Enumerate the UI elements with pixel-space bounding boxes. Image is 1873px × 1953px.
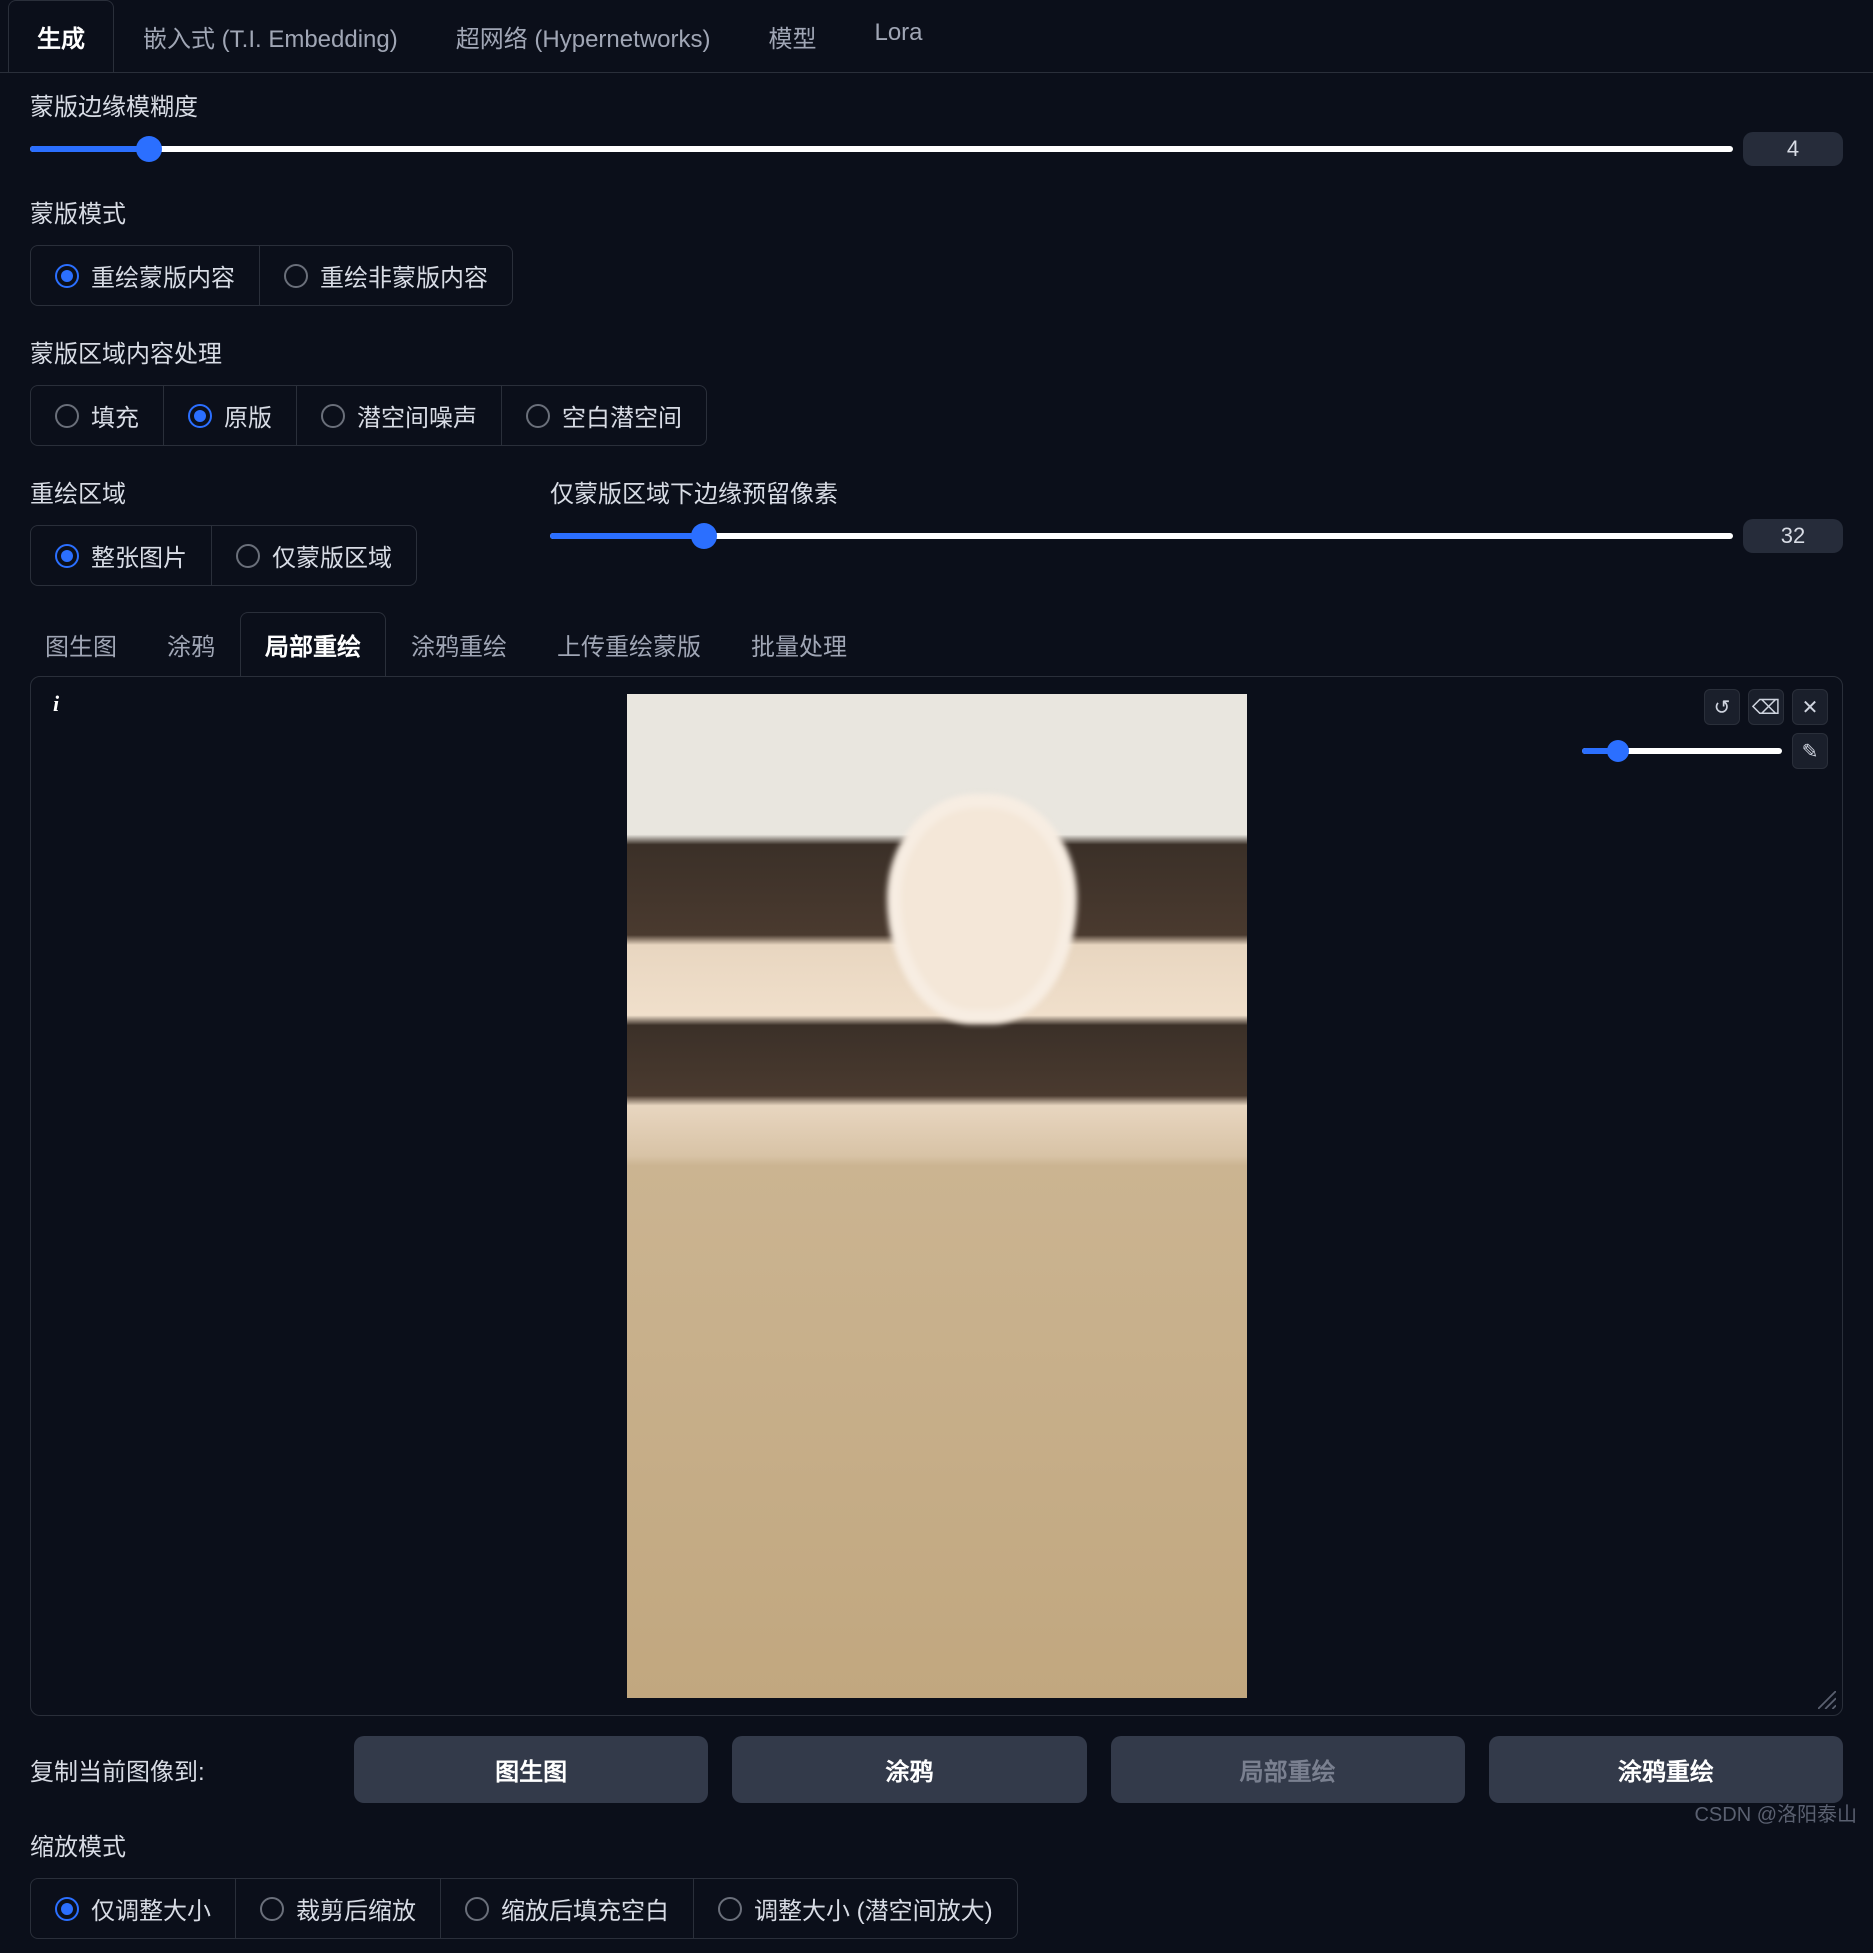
mask-content-original[interactable]: 原版 [164, 386, 297, 445]
inpaint-area-group: 整张图片 仅蒙版区域 [30, 525, 417, 586]
top-tabs: 生成 嵌入式 (T.I. Embedding) 超网络 (Hypernetwor… [0, 0, 1873, 73]
undo-button[interactable]: ↺ [1704, 689, 1740, 725]
watermark: CSDN @洛阳泰山 [1694, 1798, 1857, 1827]
resize-mode-latent[interactable]: 调整大小 (潜空间放大) [694, 1879, 1017, 1938]
mask-content-fill[interactable]: 填充 [31, 386, 164, 445]
radio-icon [55, 404, 79, 428]
tab-model[interactable]: 模型 [739, 0, 845, 72]
radio-icon [55, 1897, 79, 1921]
inpaint-area-label: 重绘区域 [30, 474, 510, 509]
tab-lora[interactable]: Lora [845, 0, 951, 72]
canvas-toolbar: ↺ ⌫ ✕ [1704, 689, 1828, 725]
copy-row: 复制当前图像到: 图生图 涂鸦 局部重绘 涂鸦重绘 [0, 1716, 1873, 1813]
close-button[interactable]: ✕ [1792, 689, 1828, 725]
inpaint-canvas[interactable]: i ↺ ⌫ ✕ ✎ [30, 676, 1843, 1716]
radio-label: 重绘非蒙版内容 [320, 258, 488, 293]
subtab-inpaint-sketch[interactable]: 涂鸦重绘 [386, 612, 532, 676]
copy-label: 复制当前图像到: [30, 1752, 330, 1787]
radio-icon [236, 544, 260, 568]
radio-label: 潜空间噪声 [357, 398, 477, 433]
inpaint-area-only[interactable]: 仅蒙版区域 [212, 526, 416, 585]
radio-icon [55, 264, 79, 288]
padding-slider[interactable] [550, 533, 1733, 539]
radio-label: 整张图片 [91, 538, 187, 573]
resize-mode-just[interactable]: 仅调整大小 [31, 1879, 236, 1938]
resize-handle-icon[interactable] [1818, 1691, 1836, 1709]
copy-to-img2img[interactable]: 图生图 [354, 1736, 708, 1803]
subtab-img2img[interactable]: 图生图 [20, 612, 142, 676]
mask-mode-group: 重绘蒙版内容 重绘非蒙版内容 [30, 245, 513, 306]
radio-label: 裁剪后缩放 [296, 1891, 416, 1926]
radio-label: 原版 [224, 398, 272, 433]
mask-mode-inpaint-not-masked[interactable]: 重绘非蒙版内容 [260, 246, 512, 305]
mask-content-latent-nothing[interactable]: 空白潜空间 [502, 386, 706, 445]
subtab-upload-mask[interactable]: 上传重绘蒙版 [532, 612, 726, 676]
radio-icon [526, 404, 550, 428]
radio-icon [284, 264, 308, 288]
radio-label: 空白潜空间 [562, 398, 682, 433]
radio-label: 缩放后填充空白 [501, 1891, 669, 1926]
radio-icon [55, 544, 79, 568]
copy-to-sketch[interactable]: 涂鸦 [732, 1736, 1086, 1803]
mask-blur-value[interactable]: 4 [1743, 132, 1843, 166]
mask-blur-slider[interactable] [30, 146, 1733, 152]
brush-button[interactable]: ✎ [1792, 733, 1828, 769]
erase-button[interactable]: ⌫ [1748, 689, 1784, 725]
copy-to-inpaint[interactable]: 局部重绘 [1111, 1736, 1465, 1803]
tab-hypernetworks[interactable]: 超网络 (Hypernetworks) [427, 0, 740, 72]
subtab-batch[interactable]: 批量处理 [726, 612, 872, 676]
radio-icon [321, 404, 345, 428]
radio-icon [260, 1897, 284, 1921]
resize-mode-label: 缩放模式 [30, 1827, 1843, 1862]
info-icon[interactable]: i [53, 691, 59, 717]
canvas-image[interactable] [627, 694, 1247, 1698]
resize-mode-group: 仅调整大小 裁剪后缩放 缩放后填充空白 调整大小 (潜空间放大) [30, 1878, 1018, 1939]
subtab-inpaint[interactable]: 局部重绘 [240, 612, 386, 676]
subtab-sketch[interactable]: 涂鸦 [142, 612, 240, 676]
padding-label: 仅蒙版区域下边缘预留像素 [550, 474, 1843, 509]
tab-generate[interactable]: 生成 [8, 0, 114, 72]
mask-content-latent-noise[interactable]: 潜空间噪声 [297, 386, 502, 445]
mask-mode-label: 蒙版模式 [30, 194, 1843, 229]
mask-overlay [887, 794, 1077, 1024]
radio-icon [718, 1897, 742, 1921]
tab-embedding[interactable]: 嵌入式 (T.I. Embedding) [114, 0, 427, 72]
mask-content-label: 蒙版区域内容处理 [30, 334, 1843, 369]
radio-label: 仅调整大小 [91, 1891, 211, 1926]
radio-label: 仅蒙版区域 [272, 538, 392, 573]
resize-mode-fill[interactable]: 缩放后填充空白 [441, 1879, 694, 1938]
mask-content-group: 填充 原版 潜空间噪声 空白潜空间 [30, 385, 707, 446]
radio-label: 重绘蒙版内容 [91, 258, 235, 293]
radio-label: 调整大小 (潜空间放大) [754, 1891, 993, 1926]
brush-size-slider[interactable] [1582, 748, 1782, 754]
sub-tabs: 图生图 涂鸦 局部重绘 涂鸦重绘 上传重绘蒙版 批量处理 [20, 612, 1873, 676]
mask-blur-label: 蒙版边缘模糊度 [30, 87, 1843, 122]
mask-mode-inpaint-masked[interactable]: 重绘蒙版内容 [31, 246, 260, 305]
radio-icon [465, 1897, 489, 1921]
radio-icon [188, 404, 212, 428]
inpaint-area-whole[interactable]: 整张图片 [31, 526, 212, 585]
radio-label: 填充 [91, 398, 139, 433]
padding-value[interactable]: 32 [1743, 519, 1843, 553]
resize-mode-crop[interactable]: 裁剪后缩放 [236, 1879, 441, 1938]
copy-to-inpaint-sketch[interactable]: 涂鸦重绘 [1489, 1736, 1843, 1803]
